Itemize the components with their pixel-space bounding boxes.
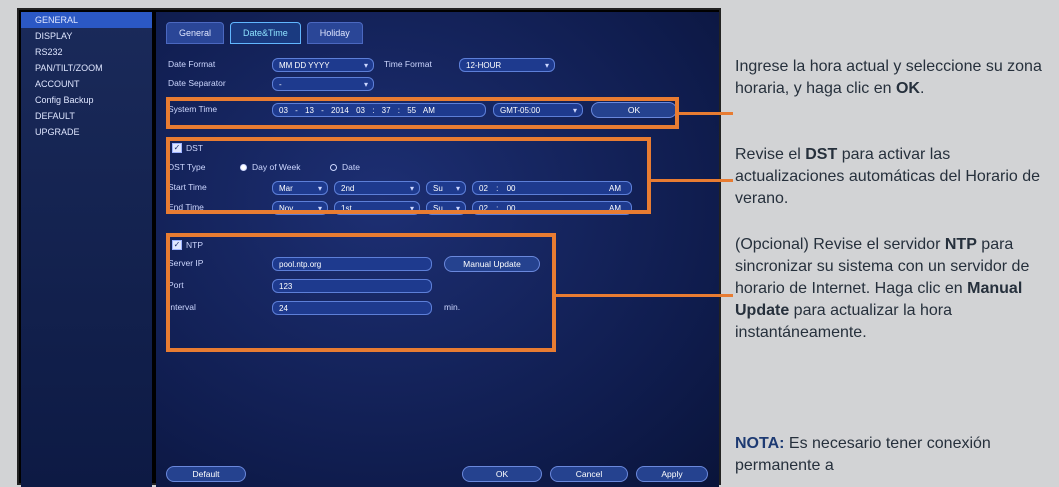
note-system-time: Ingrese la hora actual y seleccione su z… xyxy=(735,58,1042,97)
note-ntp-label: NTP xyxy=(944,236,977,253)
tab-bar: General Date&Time Holiday xyxy=(166,22,363,44)
sidebar-item-account[interactable]: ACCOUNT xyxy=(21,76,152,92)
time-format-label: Time Format xyxy=(384,59,432,69)
system-time-highlight xyxy=(166,97,679,129)
sidebar-item-rs232[interactable]: RS232 xyxy=(21,44,152,60)
note-nota-label: NOTA: xyxy=(735,435,785,452)
note-nota: NOTA: Es necesario tener conexión perman… xyxy=(735,435,991,474)
dst-connector xyxy=(651,179,733,182)
default-button[interactable]: Default xyxy=(166,466,246,482)
sidebar-item-config-backup[interactable]: Config Backup xyxy=(21,92,152,108)
tab-date-time[interactable]: Date&Time xyxy=(230,22,301,44)
date-format-label: Date Format xyxy=(168,59,216,69)
sidebar-item-default[interactable]: DEFAULT xyxy=(21,108,152,124)
ntp-connector xyxy=(556,294,733,297)
system-time-connector xyxy=(679,112,733,115)
tab-general[interactable]: General xyxy=(166,22,225,44)
note-dst-label: DST xyxy=(805,146,838,163)
dst-highlight xyxy=(166,137,651,214)
sidebar-item-pan-tilt-zoom[interactable]: PAN/TILT/ZOOM xyxy=(21,60,152,76)
ok-button[interactable]: OK xyxy=(462,466,542,482)
date-separator-select[interactable]: - xyxy=(272,77,374,91)
sidebar: GENERAL DISPLAY RS232 PAN/TILT/ZOOM ACCO… xyxy=(21,12,152,487)
sidebar-item-upgrade[interactable]: UPGRADE xyxy=(21,124,152,140)
cancel-button[interactable]: Cancel xyxy=(550,466,628,482)
date-separator-label: Date Separator xyxy=(168,78,226,88)
note-dst: Revise el DST para activar las actualiza… xyxy=(735,146,1041,207)
ntp-highlight xyxy=(166,233,556,352)
note-ntp: (Opcional) Revise el servidor NTP para s… xyxy=(735,236,1030,341)
date-format-select[interactable]: MM DD YYYY xyxy=(272,58,374,72)
apply-button[interactable]: Apply xyxy=(636,466,708,482)
sidebar-item-display[interactable]: DISPLAY xyxy=(21,28,152,44)
time-format-select[interactable]: 12-HOUR xyxy=(459,58,555,72)
note-ok-label: OK xyxy=(895,80,920,97)
tab-holiday[interactable]: Holiday xyxy=(306,22,363,44)
sidebar-item-general[interactable]: GENERAL xyxy=(21,12,152,28)
